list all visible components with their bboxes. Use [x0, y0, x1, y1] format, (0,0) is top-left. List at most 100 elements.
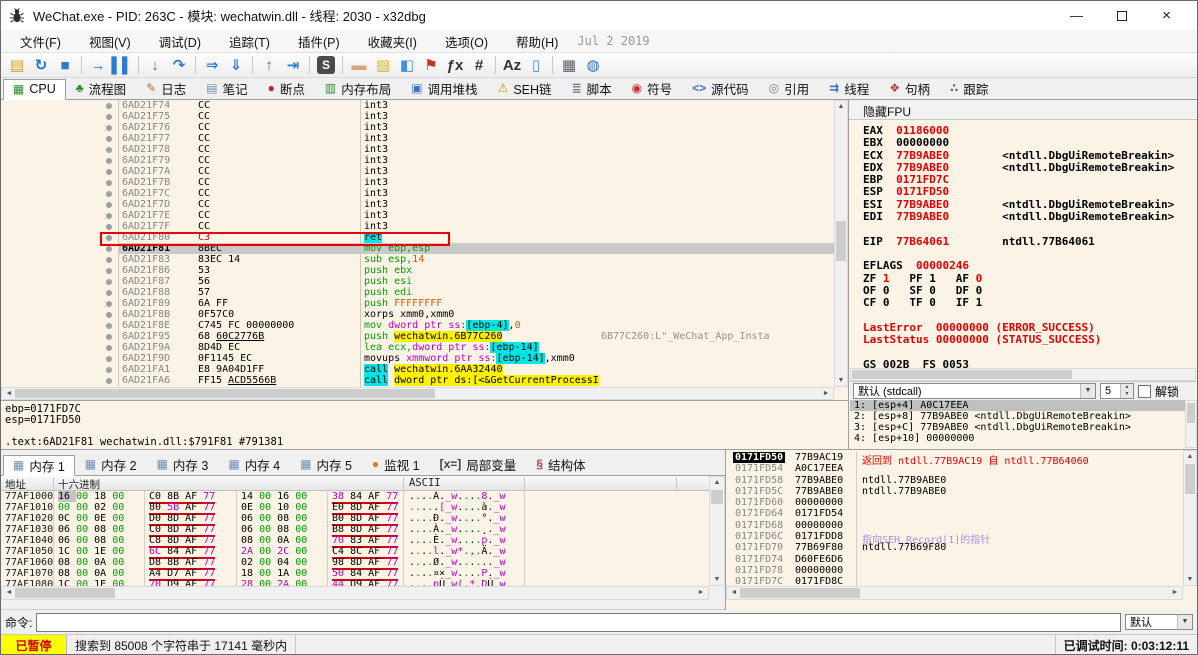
scroll-down-icon[interactable]: ▼ [710, 576, 724, 583]
dump-row[interactable]: 77AF107008 00 0A 00A4 D7 AF 7718 00 1A 0… [1, 568, 709, 579]
scroll-up-icon[interactable]: ▲ [710, 479, 724, 486]
menu-item[interactable]: 插件(P) [289, 34, 349, 52]
scroll-thumb[interactable] [836, 221, 846, 261]
run-to-cursor-icon[interactable]: ⇒ [200, 54, 224, 76]
call-arguments-list[interactable]: 1: [esp+4] A0C17EEA2: [esp+8] 77B9ABE0 <… [850, 400, 1185, 448]
register-line[interactable]: LastStatus 00000000 (STATUS_SUCCESS) [849, 333, 1197, 345]
bookmark-icon[interactable]: ⚑ [419, 54, 443, 76]
unlock-checkbox[interactable] [1138, 385, 1151, 398]
string-references-icon[interactable]: S [317, 56, 335, 74]
breakpoint-dot-icon[interactable] [106, 224, 112, 230]
registers-hscrollbar[interactable] [850, 368, 1196, 381]
disasm-row[interactable]: 6AD21FA1E8 9A04D1FFcall wechatwin.6AA324… [1, 364, 834, 375]
stack-row[interactable]: 0171FD6000000000 [726, 497, 1183, 508]
disasm-row[interactable]: 6AD21F896A FFpush FFFFFFFF [1, 298, 834, 309]
step-into-icon[interactable]: ↓ [143, 54, 167, 76]
breakpoint-dot-icon[interactable] [106, 246, 112, 252]
breakpoint-dot-icon[interactable] [106, 103, 112, 109]
disasm-row[interactable]: 6AD21F8B0F57C0xorps xmm0,xmm0 [1, 309, 834, 320]
pause-icon[interactable]: ▌▌ [110, 54, 134, 76]
register-line[interactable]: EDI 77B9ABE0 <ntdll.DbgUiRemoteBreakin> [849, 210, 1197, 222]
disasm-row[interactable]: 6AD21F7DCCint3 [1, 199, 834, 210]
dump-row[interactable]: 77AF10501C 00 1E 006C 84 AF 772A 00 2C 0… [1, 546, 709, 557]
disassembly-pane[interactable]: 6AD21F74CCint36AD21F75CCint36AD21F76CCin… [1, 100, 848, 400]
disasm-hscrollbar[interactable]: ◄ ► [1, 387, 834, 400]
register-line[interactable]: EBX 00000000 [849, 136, 1197, 148]
breakpoint-dot-icon[interactable] [106, 356, 112, 362]
breakpoint-dot-icon[interactable] [106, 114, 112, 120]
run-to-user-code-icon[interactable]: ⇥ [281, 54, 305, 76]
register-line[interactable]: ZF 1 PF 1 AF 0 [849, 272, 1197, 284]
function-icon[interactable]: ƒx [443, 54, 467, 76]
disasm-row[interactable]: 6AD21F9A8D4D EClea ecx,dword ptr ss:[ebp… [1, 342, 834, 353]
menu-item[interactable]: 选项(O) [436, 34, 497, 52]
breakpoint-dot-icon[interactable] [106, 290, 112, 296]
breakpoint-dot-icon[interactable] [106, 202, 112, 208]
argument-row[interactable]: 1: [esp+4] A0C17EEA [850, 400, 1185, 411]
dump-row[interactable]: 77AF103006 00 08 00C0 8D AF 7706 00 08 0… [1, 524, 709, 535]
breakpoint-dot-icon[interactable] [106, 367, 112, 373]
tab-结构体[interactable]: §结构体 [526, 454, 595, 475]
breakpoint-dot-icon[interactable] [106, 323, 112, 329]
run-icon[interactable]: → [86, 54, 110, 76]
tab-内存 3[interactable]: ▦内存 3 [147, 454, 219, 475]
stack-row[interactable]: 0171FD6C0171FDD8指向SEH_Record[1]的指针 [726, 531, 1183, 542]
register-line[interactable] [849, 308, 1197, 320]
scroll-thumb[interactable] [852, 370, 1072, 379]
stack-pane[interactable]: 0171FD5077B9AC19返回到 ntdll.77B9AC19 自 ntd… [725, 450, 1197, 610]
disasm-row[interactable]: 6AD21F78CCint3 [1, 144, 834, 155]
stepper-arrows-icon[interactable]: ▲▼ [1120, 384, 1133, 398]
stack-row[interactable]: 0171FD7800000000 [726, 565, 1183, 576]
register-line[interactable]: ESI 77B9ABE0 <ntdll.DbgUiRemoteBreakin> [849, 198, 1197, 210]
disasm-row[interactable]: 6AD21F79CCint3 [1, 155, 834, 166]
dump-row[interactable]: 77AF104006 00 08 00C8 8D AF 7708 00 0A 0… [1, 535, 709, 546]
tab-内存布局[interactable]: ▥内存布局 [315, 78, 401, 99]
breakpoint-dot-icon[interactable] [106, 279, 112, 285]
stack-row[interactable]: 0171FD74D60FE6D6 [726, 554, 1183, 565]
font-icon[interactable]: Az [500, 54, 524, 76]
tab-笔记[interactable]: ▤笔记 [196, 78, 257, 99]
memory-dump-pane[interactable]: ▦内存 1▦内存 2▦内存 3▦内存 4▦内存 5●监视 1[x=]局部变量§结… [1, 450, 725, 610]
scroll-right-icon[interactable]: ► [820, 390, 832, 397]
dump-row[interactable]: 77AF101000 00 02 0080 5B AF 770E 00 10 0… [1, 502, 709, 513]
register-line[interactable]: EBP 0171FD7C [849, 173, 1197, 185]
label-icon[interactable]: ◧ [395, 54, 419, 76]
tab-引用[interactable]: ◎引用 [759, 78, 820, 99]
tab-内存 4[interactable]: ▦内存 4 [218, 454, 290, 475]
breakpoint-dot-icon[interactable] [106, 125, 112, 131]
breakpoint-dot-icon[interactable] [106, 334, 112, 340]
breakpoint-dot-icon[interactable] [106, 378, 112, 384]
menu-item[interactable]: 帮助(H) [507, 34, 567, 52]
register-line[interactable]: LastError 00000000 (ERROR_SUCCESS) [849, 321, 1197, 333]
breakpoint-dot-icon[interactable] [106, 312, 112, 318]
scroll-thumb[interactable] [711, 490, 723, 504]
scroll-down-icon[interactable]: ▼ [835, 377, 847, 384]
stack-row[interactable]: 0171FD54A0C17EEA [726, 463, 1183, 474]
disasm-row[interactable]: 6AD21F7ECCint3 [1, 210, 834, 221]
breakpoint-dot-icon[interactable] [106, 257, 112, 263]
disasm-row[interactable]: 6AD21F8857push edi [1, 287, 834, 298]
hide-fpu-button[interactable]: 隐藏FPU [849, 100, 1197, 120]
disasm-row[interactable]: 6AD21F9568 60C2776Bpush wechatwin.6B77C2… [1, 331, 834, 342]
minimize-button[interactable]: — [1054, 1, 1099, 30]
breakpoint-dot-icon[interactable] [106, 268, 112, 274]
breakpoint-dot-icon[interactable] [106, 147, 112, 153]
menu-item[interactable]: 视图(V) [80, 34, 140, 52]
register-line[interactable]: EDX 77B9ABE0 <ntdll.DbgUiRemoteBreakin> [849, 161, 1197, 173]
disasm-row[interactable]: 6AD21F77CCint3 [1, 133, 834, 144]
tab-调用堆栈[interactable]: ▣调用堆栈 [401, 78, 487, 99]
disasm-row[interactable]: 6AD21F74CCint3 [1, 100, 834, 111]
register-line[interactable] [849, 222, 1197, 234]
register-line[interactable]: CF 0 TF 0 IF 1 [849, 296, 1197, 308]
patch-icon[interactable]: ▬ [347, 54, 371, 76]
close-button[interactable]: × [1144, 1, 1189, 30]
scroll-thumb[interactable] [15, 389, 435, 398]
tab-流程图[interactable]: ♣流程图 [66, 78, 136, 99]
chevron-down-icon[interactable]: ▼ [1080, 384, 1095, 398]
disasm-row[interactable]: 6AD21F75CCint3 [1, 111, 834, 122]
scroll-left-icon[interactable]: ◄ [3, 589, 15, 596]
register-line[interactable]: ESP 0171FD50 [849, 185, 1197, 197]
tab-监视 1[interactable]: ●监视 1 [362, 454, 430, 475]
dump-vscrollbar[interactable]: ▲ ▼ [709, 476, 725, 586]
hash-icon[interactable]: # [467, 54, 491, 76]
